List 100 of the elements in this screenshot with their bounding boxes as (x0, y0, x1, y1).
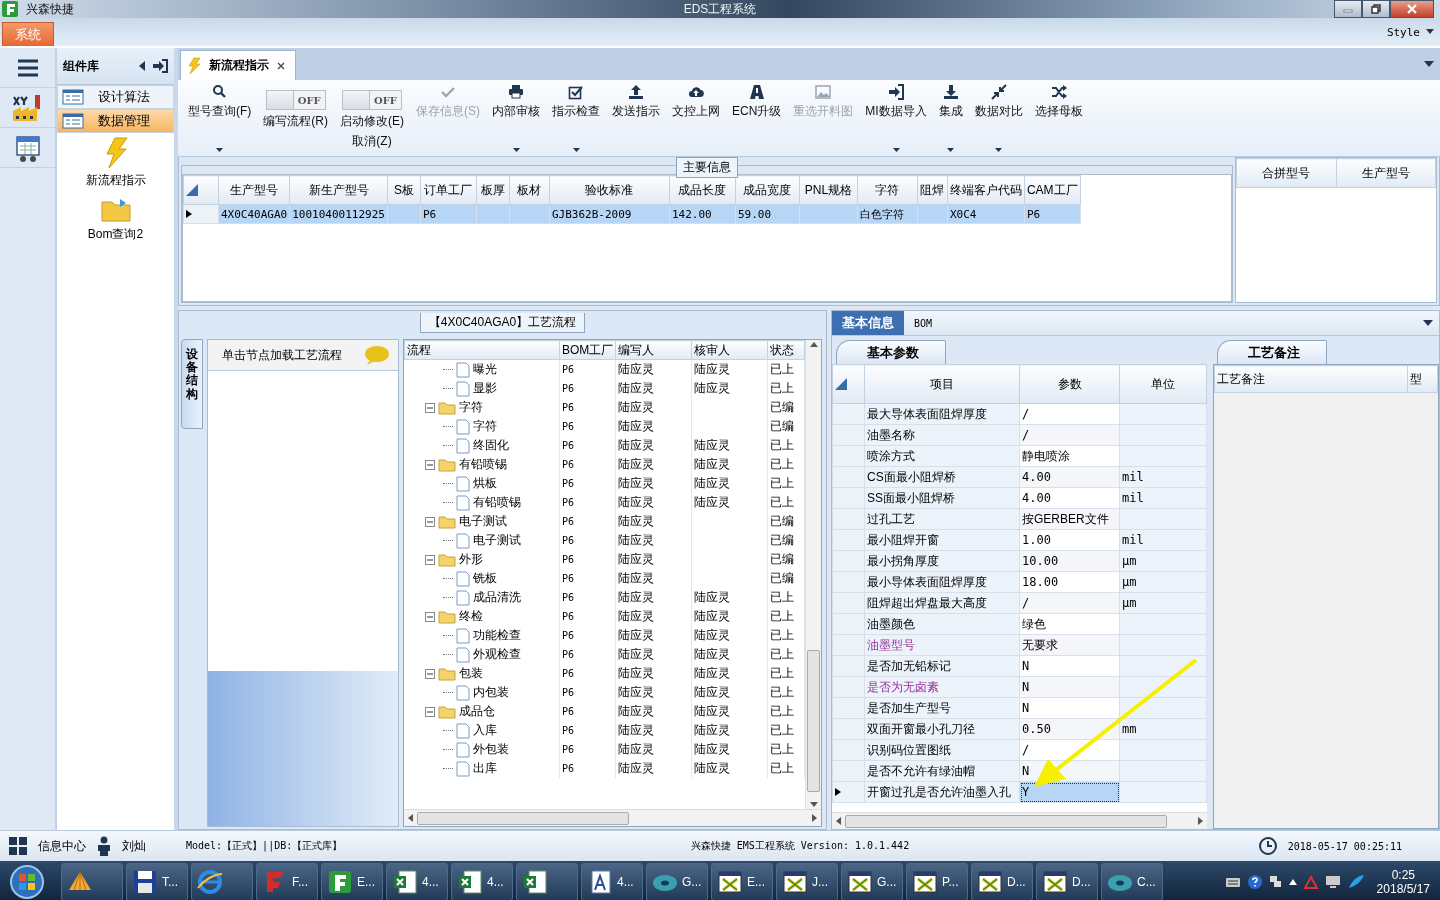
collapse-icon[interactable] (424, 516, 435, 527)
scroll-thumb[interactable] (417, 811, 629, 825)
taskbar-button[interactable]: F... (256, 863, 318, 900)
restore-button[interactable] (1362, 0, 1390, 18)
taskbar-button[interactable]: P... (906, 863, 968, 900)
column-header[interactable]: 流程 (404, 340, 560, 360)
taskbar-button[interactable]: G... (841, 863, 903, 900)
tree-node-label[interactable]: 出库 (472, 760, 497, 777)
component-item[interactable]: 数据管理 (57, 109, 174, 133)
column-header[interactable]: PNL规格 (799, 175, 858, 205)
toggle-switch[interactable]: OFF (342, 90, 402, 110)
column-header[interactable]: 成品宽度 (735, 175, 800, 205)
tree-node-label[interactable]: 电子测试 (458, 513, 507, 530)
toolbar-button[interactable]: 数据对比 (968, 82, 1029, 154)
column-header[interactable]: 型 (1407, 365, 1438, 393)
taskbar-button[interactable]: T... (126, 863, 188, 900)
tool-item[interactable]: 新流程指示 (57, 133, 174, 193)
minimize-button[interactable] (1334, 0, 1362, 18)
column-header[interactable]: CAM工厂 (1024, 175, 1081, 205)
taskbar-button[interactable] (191, 863, 253, 900)
column-header[interactable]: 终端客户代码 (947, 175, 1025, 205)
tree-node-label[interactable]: 字符 (458, 399, 483, 416)
taskbar-button[interactable]: D... (1036, 863, 1098, 900)
collapse-icon[interactable] (424, 706, 435, 717)
scrollbar[interactable] (404, 809, 821, 826)
info-center-link[interactable]: 信息中心 (38, 837, 86, 855)
tree-node-label[interactable]: 烘板 (472, 475, 497, 492)
column-header[interactable]: 板材 (509, 175, 550, 205)
column-header[interactable]: 字符 (857, 175, 918, 205)
column-header[interactable]: 生产型号 (218, 175, 290, 205)
collapse-icon[interactable] (424, 402, 435, 413)
taskbar-button[interactable]: D... (971, 863, 1033, 900)
tree-node-label[interactable]: 成品仓 (458, 703, 495, 720)
style-menu[interactable]: Style (1386, 25, 1420, 39)
toolbar-button[interactable]: 发送指示 (606, 82, 666, 154)
tree-node-label[interactable]: 显影 (472, 380, 497, 397)
scroll-thumb[interactable] (845, 814, 1167, 828)
tree-node-label[interactable]: 终检 (458, 608, 483, 625)
toolbar-button[interactable]: 选择母板 (1028, 82, 1089, 154)
taskbar-button[interactable]: E... (321, 863, 383, 900)
column-header[interactable]: 生产型号 (1336, 158, 1436, 188)
column-header[interactable]: 验收标准 (549, 175, 670, 205)
toolbar-button[interactable]: 内部审核 (486, 82, 546, 154)
column-header[interactable]: 编写人 (615, 340, 692, 360)
scrollbar[interactable] (832, 812, 1207, 829)
column-header[interactable]: 合拼型号 (1236, 158, 1336, 188)
tree-node-label[interactable]: 有铅喷锡 (458, 456, 507, 473)
column-header[interactable]: 订单工厂 (420, 175, 477, 205)
tree-node-label[interactable]: 成品清洗 (472, 589, 521, 606)
column-header[interactable]: 新生产型号 (289, 175, 388, 205)
toolbar-button[interactable]: MI数据导入 (859, 82, 933, 154)
column-header[interactable]: 核审人 (691, 340, 768, 360)
tree-node-label[interactable]: 铣板 (472, 570, 497, 587)
panel-tab[interactable]: 工艺备注 (1217, 340, 1327, 364)
taskbar-button[interactable]: C... (1101, 863, 1163, 900)
side-tab[interactable]: 设备结构 (181, 339, 203, 429)
column-header[interactable]: 项目 (864, 364, 1020, 404)
column-header[interactable]: BOM工厂 (559, 340, 616, 360)
tree-node-label[interactable]: 外形 (458, 551, 483, 568)
taskbar-button[interactable]: J... (776, 863, 838, 900)
taskbar-button[interactable]: G... (646, 863, 708, 900)
row-indicator[interactable] (832, 781, 865, 803)
toolbar-button[interactable]: 集成 (932, 82, 969, 154)
toggle-switch[interactable]: OFF (265, 90, 326, 110)
panel-tab[interactable]: 基本参数 (836, 340, 946, 364)
collapse-icon[interactable] (424, 554, 435, 565)
taskbar-button[interactable]: 4... (451, 863, 513, 900)
tree-node-label[interactable]: 有铅喷锡 (472, 494, 521, 511)
tree-node-label[interactable]: 电子测试 (472, 532, 521, 549)
taskbar-button[interactable]: 4... (386, 863, 448, 900)
column-header[interactable]: 状态 (767, 340, 805, 360)
info-tab[interactable]: 基本信息 (832, 311, 904, 335)
tree-node-label[interactable]: 包装 (458, 665, 483, 682)
tree-node-label[interactable]: 入库 (472, 722, 497, 739)
taskbar-button[interactable] (516, 863, 578, 900)
column-header[interactable]: S板 (387, 175, 421, 205)
tree-node-label[interactable]: 外观检查 (472, 646, 521, 663)
toolbar-button[interactable]: 文控上网 (666, 82, 726, 154)
toolbar-button[interactable]: 型号查询(F) (182, 82, 258, 154)
tree-node-label[interactable]: 内包装 (472, 684, 509, 701)
column-header[interactable]: 阻焊 (917, 175, 948, 205)
taskbar-button[interactable]: E... (711, 863, 773, 900)
tree-node-label[interactable]: 功能检查 (472, 627, 521, 644)
component-item[interactable]: 设计算法 (57, 85, 174, 109)
scroll-thumb[interactable] (807, 650, 820, 792)
toolbar-button[interactable]: ECN升级 (726, 82, 788, 154)
collapse-icon[interactable] (424, 668, 435, 679)
tree-node-label[interactable]: 外包装 (472, 741, 509, 758)
tree-node-label[interactable]: 字符 (472, 418, 497, 435)
tree-node-label[interactable]: 曝光 (472, 361, 497, 378)
tree-node-label[interactable]: 终固化 (472, 437, 509, 454)
column-header[interactable]: 工艺备注 (1214, 365, 1408, 393)
collapse-icon[interactable] (424, 459, 435, 470)
column-header[interactable]: 板厚 (476, 175, 510, 205)
collapse-icon[interactable] (424, 611, 435, 622)
column-header[interactable]: 参数 (1019, 364, 1120, 404)
scrollbar[interactable] (805, 340, 821, 809)
toolbar-button[interactable]: 指示检查 (546, 82, 606, 154)
column-header[interactable]: 单位 (1119, 364, 1207, 404)
taskbar-button[interactable]: 4... (581, 863, 643, 900)
